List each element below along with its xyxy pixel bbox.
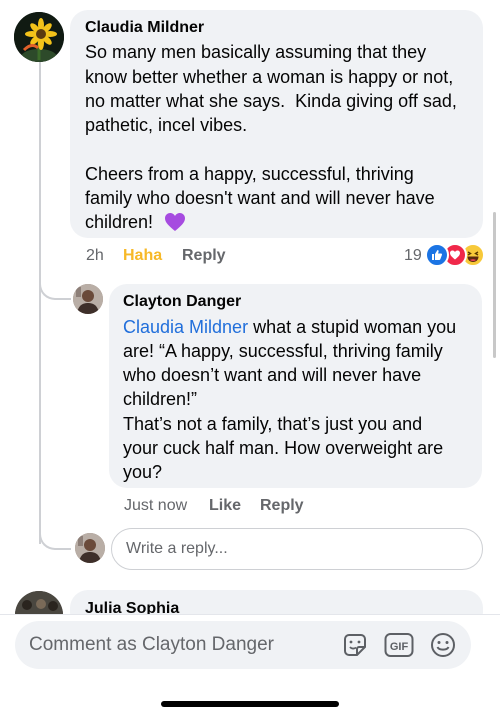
comment-text-line: pathetic, incel vibes.: [85, 115, 248, 135]
reply-text-line: who doesn’t want and will never have: [123, 365, 422, 385]
like-button[interactable]: Like: [209, 497, 241, 515]
reply-input-placeholder: Write a reply...: [126, 540, 228, 557]
comment-text-line: family who doesn't want and will never h…: [85, 188, 435, 208]
reaction-count[interactable]: 19: [404, 247, 422, 265]
like-icon: [425, 243, 449, 267]
reaction-summary[interactable]: [425, 242, 489, 268]
comment-timestamp: 2h: [86, 247, 104, 264]
profile-photo-image: [75, 533, 105, 563]
thread-line: [39, 60, 41, 544]
scrollbar[interactable]: [493, 212, 496, 358]
comment-text-line: know better whether a woman is happy or …: [85, 67, 454, 87]
avatar[interactable]: [14, 12, 64, 62]
reply-input[interactable]: Write a reply...: [111, 528, 483, 570]
mention-link[interactable]: Claudia Mildner: [123, 317, 248, 337]
home-indicator: [161, 701, 339, 707]
avatar[interactable]: [75, 533, 105, 563]
thread-curve-reply: [39, 268, 71, 300]
comment-text-line: no matter what she says. Kinda giving of…: [85, 91, 457, 111]
reply-button[interactable]: Reply: [260, 497, 304, 515]
comment-text-line: So many men basically assuming that they: [85, 42, 427, 62]
sunflower-avatar-image: [14, 12, 64, 62]
reply-text-line: That’s not a family, that’s just you and: [123, 414, 423, 434]
purple-heart-icon: [163, 210, 187, 234]
comment-text-line: Cheers from a happy, successful, thrivin…: [85, 164, 414, 184]
reply-text-line: are! “A happy, successful, thriving fami…: [123, 341, 443, 361]
haha-reaction-button[interactable]: Haha: [123, 247, 162, 265]
reply-text-line: Claudia Mildner what a stupid woman you: [123, 315, 456, 339]
sticker-icon[interactable]: [341, 631, 369, 659]
comment-text-line: children!: [85, 212, 154, 232]
reply-author[interactable]: Clayton Danger: [123, 293, 241, 311]
reply-text-line: you?: [123, 462, 163, 482]
profile-photo-image: [73, 284, 103, 314]
comment-author[interactable]: Claudia Mildner: [85, 19, 204, 37]
thread-curve-input: [39, 516, 71, 550]
emoji-icon[interactable]: [429, 631, 457, 659]
avatar[interactable]: [73, 284, 103, 314]
svg-text:GIF: GIF: [390, 641, 409, 653]
reply-button[interactable]: Reply: [182, 247, 226, 265]
composer-placeholder: Comment as Clayton Danger: [29, 634, 274, 655]
gif-icon[interactable]: GIF: [384, 632, 414, 658]
reply-text-fragment: what a stupid woman you: [248, 317, 457, 337]
reply-text-line: children!”: [123, 389, 198, 409]
reply-text-line: your cuck half man. How overweight are: [123, 438, 444, 458]
reply-timestamp: Just now: [124, 497, 188, 514]
